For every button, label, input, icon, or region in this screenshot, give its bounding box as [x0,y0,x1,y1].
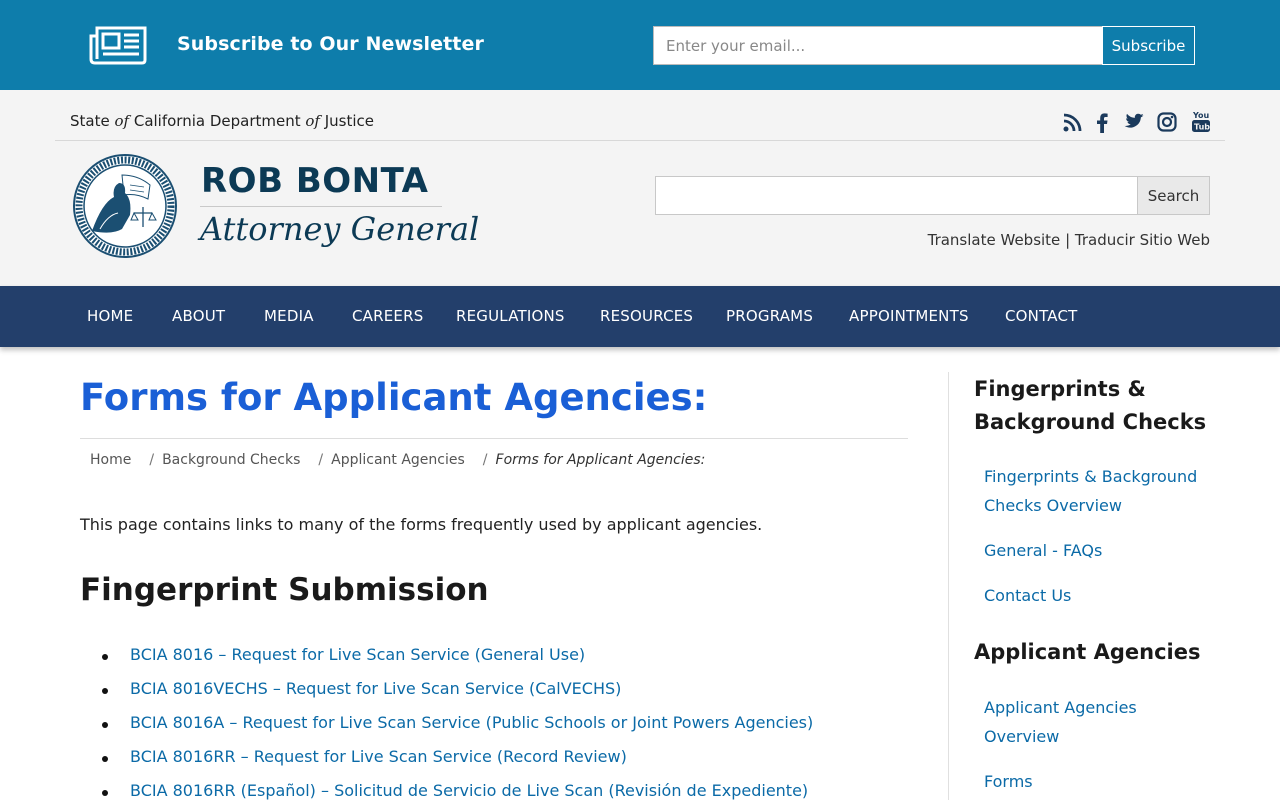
twitter-icon[interactable] [1121,110,1145,134]
sidebar-link-general-faqs[interactable]: General - FAQs [984,536,1214,565]
list-item: BCIA 8016RR – Request for Live Scan Serv… [80,747,920,781]
form-link-bcia-8016[interactable]: BCIA 8016 – Request for Live Scan Servic… [130,645,585,664]
list-item: BCIA 8016VECHS – Request for Live Scan S… [80,679,920,713]
breadcrumb-separator: / [149,452,155,468]
nav-about[interactable]: ABOUT [172,307,225,325]
main-nav: HOME ABOUT MEDIA CAREERS REGULATIONS RES… [0,286,1280,347]
svg-text:Tube: Tube [1194,123,1211,132]
forms-list: BCIA 8016 – Request for Live Scan Servic… [80,645,920,800]
nav-resources[interactable]: RESOURCES [600,307,693,325]
state-line-of: of [305,112,320,130]
ag-name[interactable]: ROB BONTA [201,161,428,201]
state-line-text: Justice [319,112,375,130]
newsletter-bar: Subscribe to Our Newsletter Subscribe [0,0,1280,90]
svg-text:You: You [1192,111,1210,120]
site-search-input[interactable] [655,176,1138,215]
sidebar-divider [948,372,949,800]
ag-seal-logo[interactable] [72,153,178,259]
nav-regulations[interactable]: REGULATIONS [456,307,565,325]
sidebar-link-fingerprints-overview[interactable]: Fingerprints & Background Checks Overvie… [984,462,1214,520]
breadcrumb-separator: / [318,452,324,468]
breadcrumb-applicant-agencies[interactable]: Applicant Agencies [331,452,465,468]
ag-title[interactable]: Attorney General [200,210,479,248]
nav-programs[interactable]: PROGRAMS [726,307,813,325]
sidebar-heading-fingerprints: Fingerprints & Background Checks [974,377,1207,434]
nav-contact[interactable]: CONTACT [1005,307,1078,325]
list-item: BCIA 8016 – Request for Live Scan Servic… [80,645,920,679]
nav-appointments[interactable]: APPOINTMENTS [849,307,969,325]
breadcrumb: Home / Background Checks / Applicant Agencie… [90,452,705,468]
nav-home[interactable]: HOME [87,307,133,325]
translate-links: Translate Website | Traducir Sitio Web [928,231,1210,249]
sidebar-link-applicant-agencies-overview[interactable]: Applicant Agencies Overview [984,693,1184,751]
youtube-icon[interactable]: You Tube [1189,110,1213,134]
state-line-of: of [114,112,130,130]
sidebar-link-contact-us[interactable]: Contact Us [984,581,1214,610]
intro-text: This page contains links to many of the … [80,515,763,534]
search-button[interactable]: Search [1137,176,1210,215]
subscribe-button[interactable]: Subscribe [1102,26,1195,65]
state-line-text: California Department [129,112,306,130]
sidebar-link-forms[interactable]: Forms [984,767,1214,796]
sidebar-heading-applicant-agencies: Applicant Agencies [974,640,1201,664]
state-agency-line: State of California Department of Justic… [70,112,374,130]
state-line-text: State [70,112,115,130]
form-link-bcia-8016rr-espanol[interactable]: BCIA 8016RR (Español) – Solicitud de Ser… [130,781,808,800]
form-link-bcia-8016a[interactable]: BCIA 8016A – Request for Live Scan Servi… [130,713,813,732]
facebook-icon[interactable] [1093,110,1111,134]
list-item: BCIA 8016A – Request for Live Scan Servi… [80,713,920,747]
form-link-bcia-8016vechs[interactable]: BCIA 8016VECHS – Request for Live Scan S… [130,679,621,698]
translate-website-link[interactable]: Translate Website [928,231,1061,249]
breadcrumb-separator: / [482,452,488,468]
breadcrumb-home[interactable]: Home [90,452,131,468]
instagram-icon[interactable] [1156,110,1178,134]
ag-name-divider [200,206,442,207]
breadcrumb-current: Forms for Applicant Agencies: [495,452,706,468]
form-link-bcia-8016rr[interactable]: BCIA 8016RR – Request for Live Scan Serv… [130,747,627,766]
newsletter-email-input[interactable] [653,26,1103,65]
site-header: State of California Department of Justic… [0,90,1280,286]
newsletter-title: Subscribe to Our Newsletter [177,33,484,55]
header-divider [55,140,1225,141]
nav-careers[interactable]: CAREERS [352,307,423,325]
translate-separator: | [1065,231,1071,249]
rss-icon[interactable] [1061,110,1083,134]
list-item: BCIA 8016RR (Español) – Solicitud de Ser… [80,781,920,800]
title-divider [80,438,908,439]
page-title: Forms for Applicant Agencies: [80,376,708,419]
newspaper-icon [89,24,149,65]
traducir-sitio-web-link[interactable]: Traducir Sitio Web [1075,231,1210,249]
section-heading-fingerprint-submission: Fingerprint Submission [80,572,489,608]
nav-media[interactable]: MEDIA [264,307,314,325]
breadcrumb-background-checks[interactable]: Background Checks [162,452,300,468]
